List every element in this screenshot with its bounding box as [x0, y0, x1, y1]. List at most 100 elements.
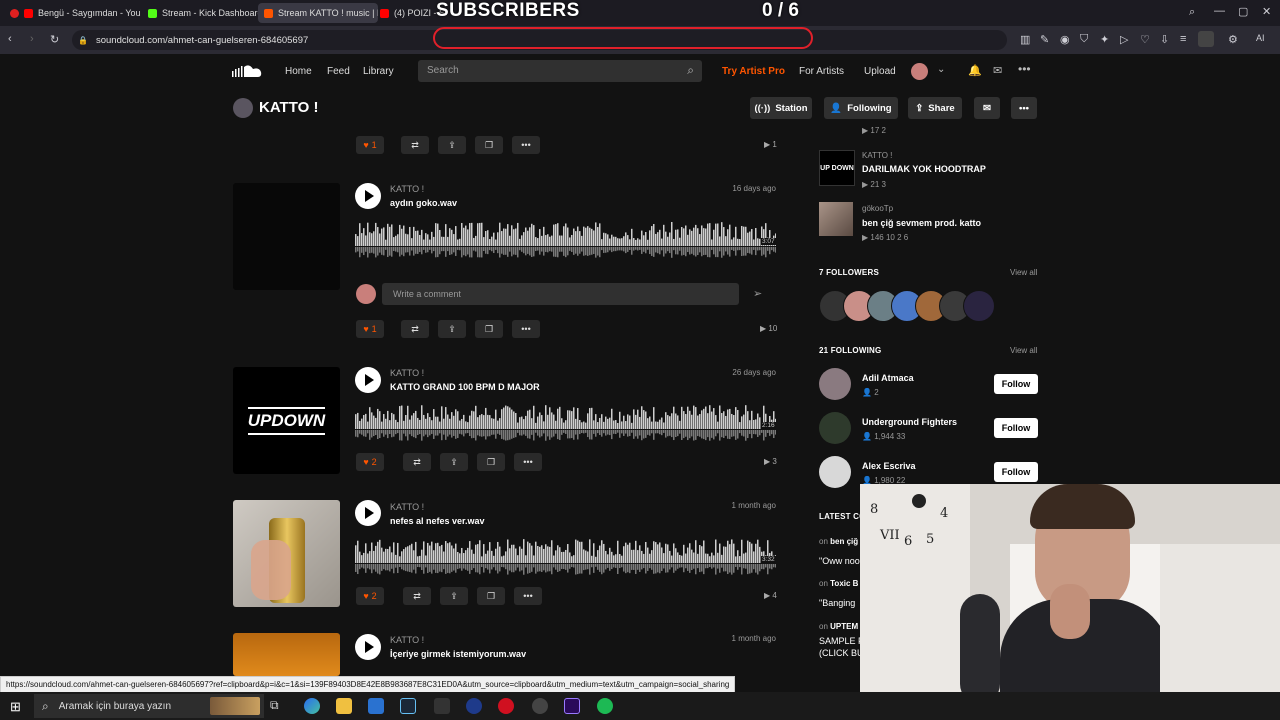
- file-explorer-icon[interactable]: [336, 698, 352, 714]
- follower-avatar[interactable]: [963, 290, 995, 322]
- track-artist[interactable]: KATTO !: [390, 184, 424, 194]
- browser-tab-active[interactable]: Stream KATTO ! music | Li ✕: [258, 3, 378, 23]
- track-artwork[interactable]: [233, 183, 340, 290]
- try-artist-pro-link[interactable]: Try Artist Pro: [722, 66, 785, 77]
- share-track-button[interactable]: ⇪: [438, 136, 466, 154]
- copy-link-button[interactable]: ❐: [475, 320, 503, 338]
- comment-track[interactable]: ben çiğ: [830, 537, 858, 546]
- share-track-button[interactable]: ⇪: [438, 320, 466, 338]
- camera-icon[interactable]: ◉: [1060, 33, 1070, 46]
- following-avatar[interactable]: [819, 456, 851, 488]
- search-input[interactable]: Search ⌕: [418, 60, 702, 82]
- forward-icon[interactable]: ›: [30, 33, 34, 45]
- play-button[interactable]: [355, 634, 381, 660]
- settings-icon[interactable]: ⚙: [1228, 33, 1238, 46]
- track-title[interactable]: aydın goko.wav: [390, 198, 457, 208]
- heart-icon[interactable]: ♡: [1140, 33, 1150, 46]
- track-artwork[interactable]: [233, 633, 340, 676]
- following-name[interactable]: Adil Atmaca: [862, 373, 914, 383]
- like-button[interactable]: ♥ 2: [356, 587, 384, 605]
- obs-icon[interactable]: [532, 698, 548, 714]
- search-tabs-icon[interactable]: ⌕: [1189, 6, 1195, 19]
- follow-button[interactable]: Follow: [994, 418, 1038, 438]
- following-button[interactable]: 👤 Following: [824, 97, 898, 119]
- close-window-icon[interactable]: ✕: [1262, 5, 1271, 18]
- nav-feed[interactable]: Feed: [327, 66, 350, 77]
- share-track-button[interactable]: ⇪: [440, 453, 468, 471]
- steam-icon[interactable]: [400, 698, 416, 714]
- track-artwork[interactable]: UPDOWN: [233, 367, 340, 474]
- minimize-icon[interactable]: —: [1214, 5, 1225, 17]
- shield-icon[interactable]: ⛉: [1080, 33, 1088, 46]
- liked-track-title[interactable]: DARILMAK YOK HOODTRAP: [862, 164, 986, 174]
- epic-games-icon[interactable]: [434, 698, 450, 714]
- taskbar-search[interactable]: ⌕ Aramak için buraya yazın: [34, 694, 264, 718]
- repost-button[interactable]: ⇄: [403, 453, 431, 471]
- messages-icon[interactable]: ✉: [993, 64, 1002, 77]
- like-button[interactable]: ♥ 2: [356, 453, 384, 471]
- chevron-down-icon[interactable]: ⌄: [937, 64, 945, 75]
- play-button[interactable]: [355, 367, 381, 393]
- track-artwork[interactable]: [233, 500, 340, 607]
- for-artists-link[interactable]: For Artists: [799, 66, 844, 77]
- more-icon[interactable]: •••: [1018, 62, 1031, 76]
- reload-icon[interactable]: ↻: [50, 33, 59, 46]
- edit-icon[interactable]: ✎: [1040, 33, 1049, 46]
- following-avatar[interactable]: [819, 368, 851, 400]
- liked-track-artist[interactable]: gökooTp: [862, 204, 893, 213]
- more-options-button[interactable]: •••: [1011, 97, 1037, 119]
- more-track-button[interactable]: •••: [512, 136, 540, 154]
- track-artist[interactable]: KATTO !: [390, 368, 424, 378]
- liked-track-artist[interactable]: KATTO !: [862, 151, 892, 160]
- track-title[interactable]: nefes al nefes ver.wav: [390, 516, 485, 526]
- opera-taskbar-icon[interactable]: [498, 698, 514, 714]
- upload-link[interactable]: Upload: [864, 66, 896, 77]
- back-icon[interactable]: ‹: [8, 33, 12, 45]
- mail-app-icon[interactable]: [368, 698, 384, 714]
- more-track-button[interactable]: •••: [514, 587, 542, 605]
- comment-input[interactable]: Write a comment: [382, 283, 739, 305]
- send-icon[interactable]: ➢: [753, 287, 762, 300]
- like-button[interactable]: ♥ 1: [356, 136, 384, 154]
- profile-icon[interactable]: [1198, 31, 1214, 47]
- more-track-button[interactable]: •••: [512, 320, 540, 338]
- app-icon[interactable]: [466, 698, 482, 714]
- following-view-all[interactable]: View all: [1010, 346, 1037, 355]
- spotify-icon[interactable]: [597, 698, 613, 714]
- following-name[interactable]: Alex Escriva: [862, 461, 916, 471]
- following-name[interactable]: Underground Fighters: [862, 417, 957, 427]
- menu-icon[interactable]: ≡: [1180, 33, 1186, 45]
- copy-link-button[interactable]: ❐: [475, 136, 503, 154]
- user-avatar[interactable]: [911, 63, 928, 80]
- copy-link-button[interactable]: ❐: [477, 453, 505, 471]
- waveform[interactable]: [355, 402, 776, 442]
- following-avatar[interactable]: [819, 412, 851, 444]
- windows-start-icon[interactable]: ⊞: [10, 699, 21, 715]
- play-icon[interactable]: ▷: [1120, 33, 1128, 46]
- repost-button[interactable]: ⇄: [403, 587, 431, 605]
- follow-button[interactable]: Follow: [994, 462, 1038, 482]
- track-title[interactable]: İçeriye girmek istemiyorum.wav: [390, 649, 526, 659]
- more-track-button[interactable]: •••: [514, 453, 542, 471]
- play-button[interactable]: [355, 183, 381, 209]
- soundcloud-logo-icon[interactable]: [232, 64, 264, 78]
- search-icon[interactable]: ⌕: [687, 63, 694, 78]
- maximize-icon[interactable]: ▢: [1238, 5, 1248, 18]
- followers-view-all[interactable]: View all: [1010, 268, 1037, 277]
- track-title[interactable]: KATTO GRAND 100 BPM D MAJOR: [390, 382, 540, 392]
- repost-button[interactable]: ⇄: [401, 136, 429, 154]
- browser-tab[interactable]: Stream - Kick Dashboard: [142, 3, 266, 23]
- share-button[interactable]: ⇪ Share: [908, 97, 962, 119]
- play-button[interactable]: [355, 500, 381, 526]
- browser-tab[interactable]: Bengü - Saygımdan - You: [4, 3, 144, 23]
- liked-track-artwork[interactable]: [819, 202, 853, 236]
- like-button[interactable]: ♥ 1: [356, 320, 384, 338]
- liked-track-title[interactable]: ben çiğ sevmem prod. katto: [862, 218, 981, 228]
- nav-home[interactable]: Home: [285, 66, 312, 77]
- sidebar-icon[interactable]: ▥: [1020, 33, 1030, 46]
- waveform[interactable]: [355, 536, 776, 576]
- follow-button[interactable]: Follow: [994, 374, 1038, 394]
- ai-icon[interactable]: AI: [1256, 33, 1265, 43]
- extension-icon[interactable]: ✦: [1100, 33, 1109, 46]
- premiere-icon[interactable]: [564, 698, 580, 714]
